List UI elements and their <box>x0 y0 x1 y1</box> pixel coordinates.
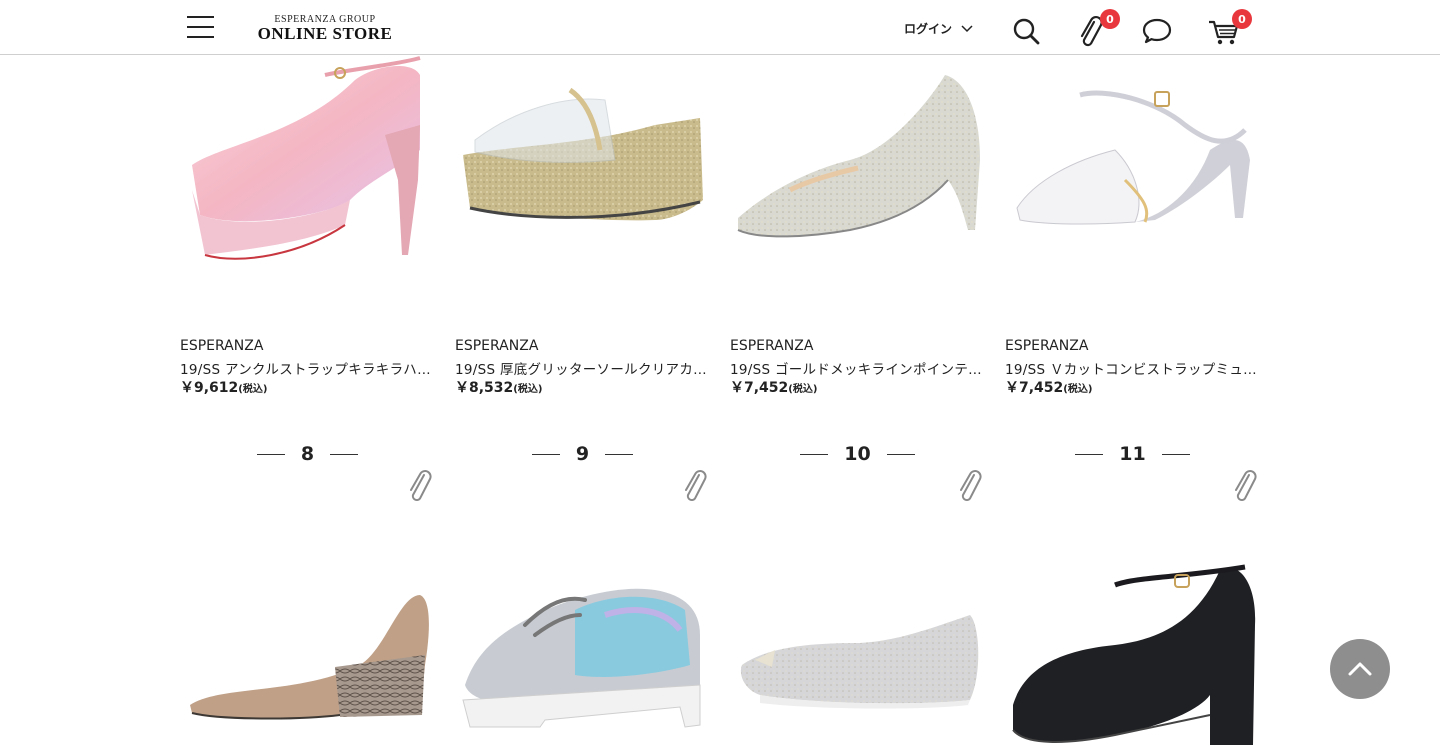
price-value: ￥9,612 <box>180 380 239 396</box>
rank-number: 10 <box>844 443 871 465</box>
product-price: ￥7,452(税込) <box>730 377 817 397</box>
paperclip-icon[interactable] <box>956 470 986 506</box>
product-image[interactable] <box>1005 40 1260 280</box>
login-label: ログイン <box>904 22 953 36</box>
product-image[interactable] <box>455 40 710 280</box>
paperclip-icon[interactable] <box>1231 470 1261 506</box>
price-tax-note: (税込) <box>1063 384 1093 395</box>
product-image[interactable] <box>455 555 710 749</box>
product-card[interactable]: ESPERANZA 19/SS ゴールドメッキラインポインテ… ￥7,452(税… <box>730 40 985 400</box>
product-card[interactable]: ESPERANZA 19/SS Ｖカットコンビストラップミュ… ￥7,452(税… <box>1005 40 1260 400</box>
price-tax-note: (税込) <box>238 384 268 395</box>
product-image[interactable] <box>1005 555 1260 749</box>
menu-icon[interactable] <box>187 16 214 38</box>
price-tax-note: (税込) <box>788 384 818 395</box>
store-logo[interactable]: ESPERANZA GROUP ONLINE STORE <box>253 14 397 42</box>
product-name[interactable]: 19/SS ゴールドメッキラインポインテ… <box>730 358 985 378</box>
chevron-up-icon <box>1348 662 1372 676</box>
price-value: ￥7,452 <box>1005 380 1064 396</box>
paperclip-icon[interactable] <box>681 470 711 506</box>
site-header: ESPERANZA GROUP ONLINE STORE ログイン 0 0 <box>0 0 1440 55</box>
chevron-down-icon <box>961 24 973 32</box>
product-image[interactable] <box>730 555 985 749</box>
product-name[interactable]: 19/SS 厚底グリッターソールクリアカ… <box>455 358 710 378</box>
search-icon[interactable] <box>1010 14 1044 48</box>
product-brand: ESPERANZA <box>730 338 814 354</box>
rank-marker: 9 <box>455 440 710 468</box>
rank-number: 9 <box>575 443 590 465</box>
product-name[interactable]: 19/SS アンクルストラップキラキラハ… <box>180 358 435 378</box>
price-value: ￥8,532 <box>455 380 514 396</box>
product-card[interactable]: ESPERANZA 19/SS アンクルストラップキラキラハ… ￥9,612(税… <box>180 40 435 400</box>
product-card[interactable]: ESPERANZA 19/SS 厚底グリッターソールクリアカ… ￥8,532(税… <box>455 40 710 400</box>
product-price: ￥7,452(税込) <box>1005 377 1092 397</box>
product-brand: ESPERANZA <box>180 338 264 354</box>
cart-count-badge: 0 <box>1232 9 1252 29</box>
product-price: ￥8,532(税込) <box>455 377 542 397</box>
rank-marker: 8 <box>180 440 435 468</box>
price-value: ￥7,452 <box>730 380 789 396</box>
rank-marker: 11 <box>1005 440 1260 468</box>
product-name[interactable]: 19/SS Ｖカットコンビストラップミュ… <box>1005 358 1260 378</box>
favorites-count-badge: 0 <box>1100 9 1120 29</box>
logo-main-text: ONLINE STORE <box>257 24 393 43</box>
product-image[interactable] <box>180 555 435 749</box>
rank-marker: 10 <box>730 440 985 468</box>
rank-number: 11 <box>1119 443 1146 465</box>
product-image[interactable] <box>730 40 985 280</box>
paperclip-icon[interactable] <box>406 470 436 506</box>
product-image[interactable] <box>180 40 435 280</box>
product-brand: ESPERANZA <box>1005 338 1089 354</box>
price-tax-note: (税込) <box>513 384 543 395</box>
product-brand: ESPERANZA <box>455 338 539 354</box>
product-price: ￥9,612(税込) <box>180 377 267 397</box>
chat-icon[interactable] <box>1140 14 1174 48</box>
back-to-top-button[interactable] <box>1330 639 1390 699</box>
login-menu[interactable]: ログイン <box>904 20 973 37</box>
rank-number: 8 <box>300 443 315 465</box>
